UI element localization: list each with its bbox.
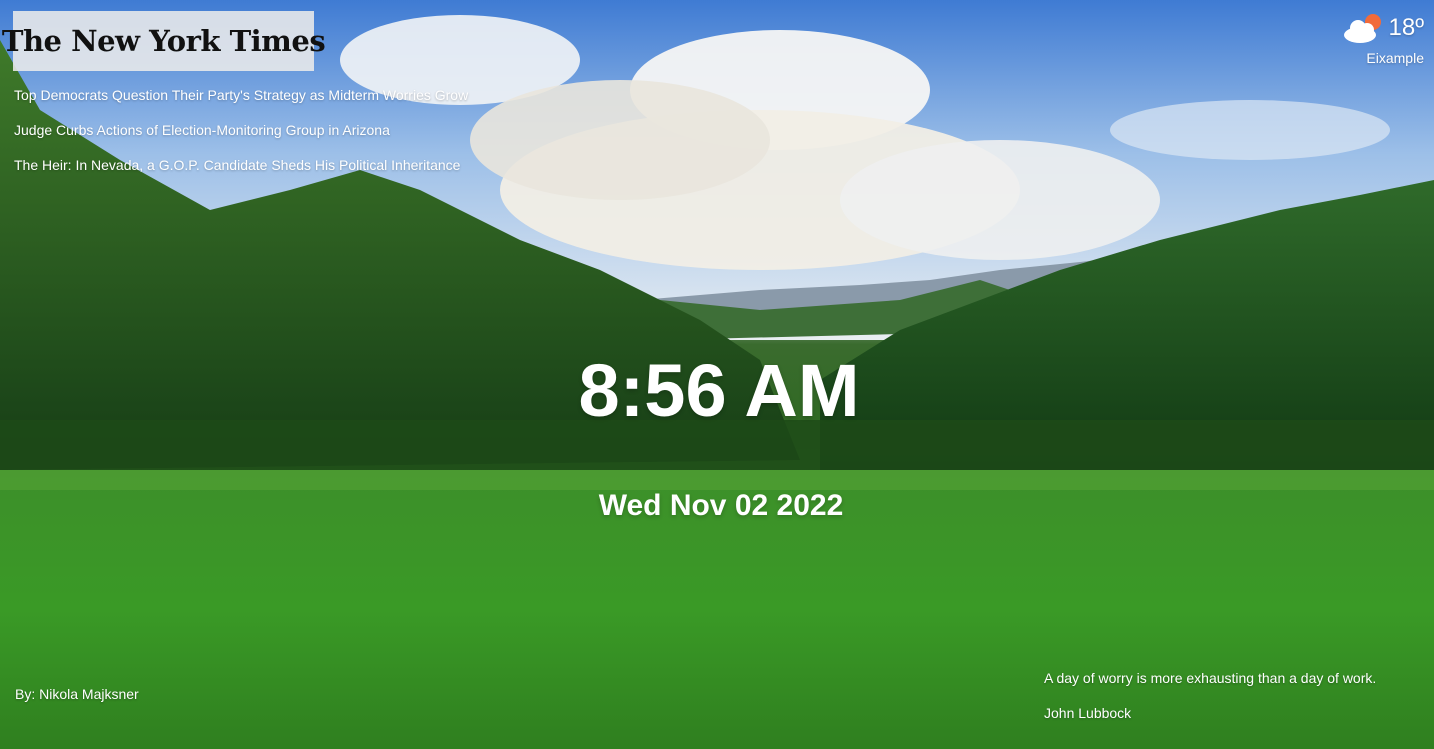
quote-author: John Lubbock xyxy=(1044,705,1132,721)
headline-link[interactable]: Top Democrats Question Their Party's Str… xyxy=(14,86,574,121)
weather-location: Eixample xyxy=(1366,50,1424,66)
quote-text: A day of worry is more exhausting than a… xyxy=(1044,670,1377,686)
headline-link[interactable]: Judge Curbs Actions of Election-Monitori… xyxy=(14,121,574,156)
photo-credit: By: Nikola Majksner xyxy=(15,686,139,702)
news-logo: The New York Times xyxy=(1,24,326,58)
weather-widget: 18º Eixample xyxy=(1314,8,1424,70)
new-tab-page: The New York Times Top Democrats Questio… xyxy=(0,0,1434,749)
temperature: 18º xyxy=(1388,14,1424,41)
news-logo-box[interactable]: The New York Times xyxy=(2,11,326,71)
quote-block: A day of worry is more exhausting than a… xyxy=(1044,669,1376,722)
clock-date: Wed Nov 02 2022 xyxy=(598,489,844,522)
headline-list: Top Democrats Question Their Party's Str… xyxy=(14,86,574,191)
clock-time: 8:56 AM xyxy=(578,349,860,432)
weather-summary: 18º xyxy=(1340,11,1424,45)
headline-link[interactable]: The Heir: In Nevada, a G.O.P. Candidate … xyxy=(14,156,574,191)
partly-cloudy-icon xyxy=(1343,14,1381,43)
